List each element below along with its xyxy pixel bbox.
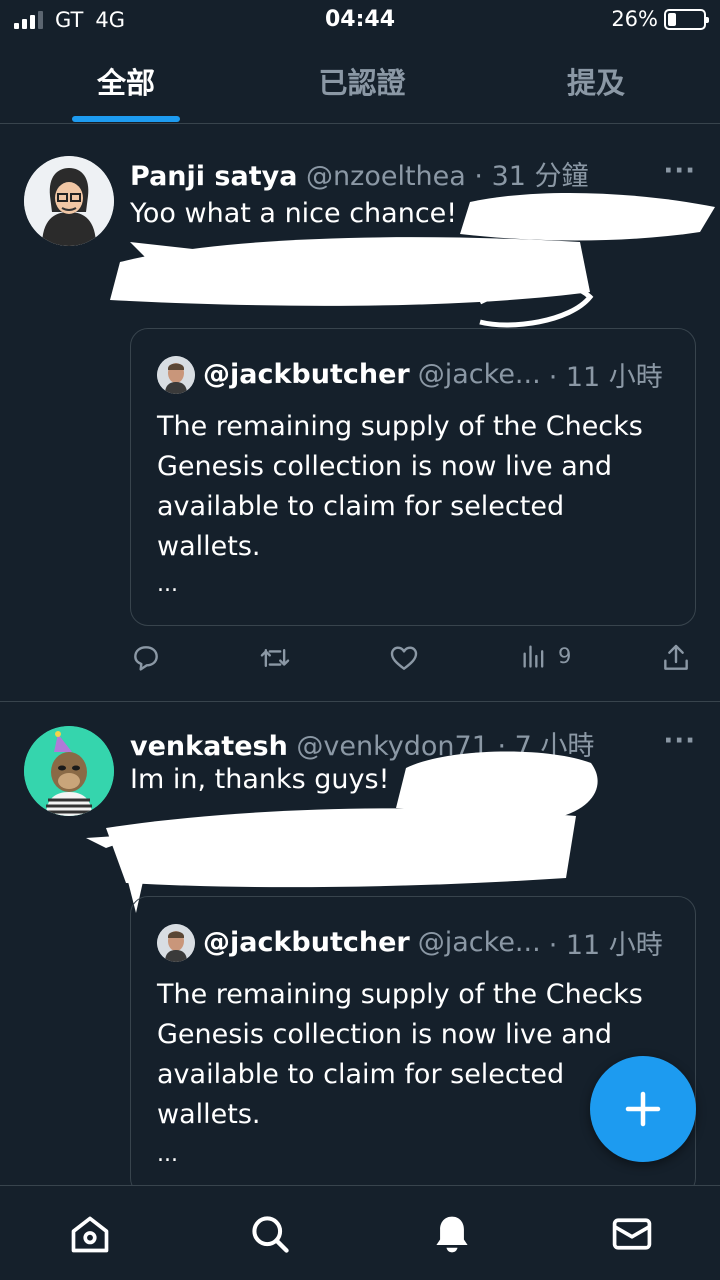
tab-mentions[interactable]: 提及 [476,60,716,102]
like-button[interactable] [388,642,420,674]
tab-all[interactable]: 全部 [6,60,246,102]
views-count: 9 [558,644,572,668]
more-options-icon[interactable]: ··· [663,726,696,756]
redaction-scribble [110,192,715,328]
quote-avatar [157,355,195,394]
search-icon [252,1216,289,1253]
redaction-scribble [86,751,598,913]
mail-icon [612,1218,652,1250]
quote-avatar [157,923,195,962]
tab-verified[interactable]: 已認證 [242,60,482,102]
bell-icon [436,1216,468,1253]
nav-home[interactable] [68,1212,112,1256]
compose-button[interactable] [590,1056,696,1162]
views-icon [523,645,544,668]
quote-author-name: @jackbutcher [203,359,410,390]
battery-percent: 26% [611,7,658,31]
quote-ellipsis: ... [157,1142,178,1167]
reply-icon [134,646,158,671]
quote-author-name: @jackbutcher [203,927,410,958]
quote-time: · 11 小時 [548,362,663,393]
views-button[interactable]: 9 [520,642,571,670]
status-bar: GT 4G 04:44 26% [0,0,720,40]
notification-tabs: 全部 已認證 提及 [0,52,720,124]
nav-notifications[interactable] [430,1212,474,1256]
tweet-actions: 9 [130,642,696,682]
retweet-icon [260,648,290,668]
nav-search[interactable] [248,1212,292,1256]
active-tab-indicator [72,116,180,122]
tweet-item[interactable]: Panji satya @nzoelthea · 31 分鐘 ··· Yoo w… [0,132,720,702]
quote-author-handle: @jacke... [417,359,541,390]
heart-icon [390,646,418,670]
quoted-tweet[interactable]: @jackbutcher @jacke... · 11 小時 The remai… [130,328,696,626]
retweet-button[interactable] [258,642,292,674]
nav-messages[interactable] [610,1212,654,1256]
share-icon [664,644,688,670]
plus-icon [625,1091,661,1127]
quote-time: · 11 小時 [548,930,663,961]
home-icon [71,1216,109,1253]
quote-ellipsis: ... [157,572,178,597]
bottom-navigation [0,1185,720,1280]
quote-text: The remaining supply of the Checks Genes… [157,411,643,562]
status-right: 26% [611,7,709,31]
battery-icon [664,8,709,30]
share-button[interactable] [660,642,692,674]
reply-button[interactable] [130,642,162,674]
quote-header: @jackbutcher @jacke... · 11 小時 [157,923,663,962]
quote-author-handle: @jacke... [417,927,541,958]
quote-header: @jackbutcher @jacke... · 11 小時 [157,355,663,394]
